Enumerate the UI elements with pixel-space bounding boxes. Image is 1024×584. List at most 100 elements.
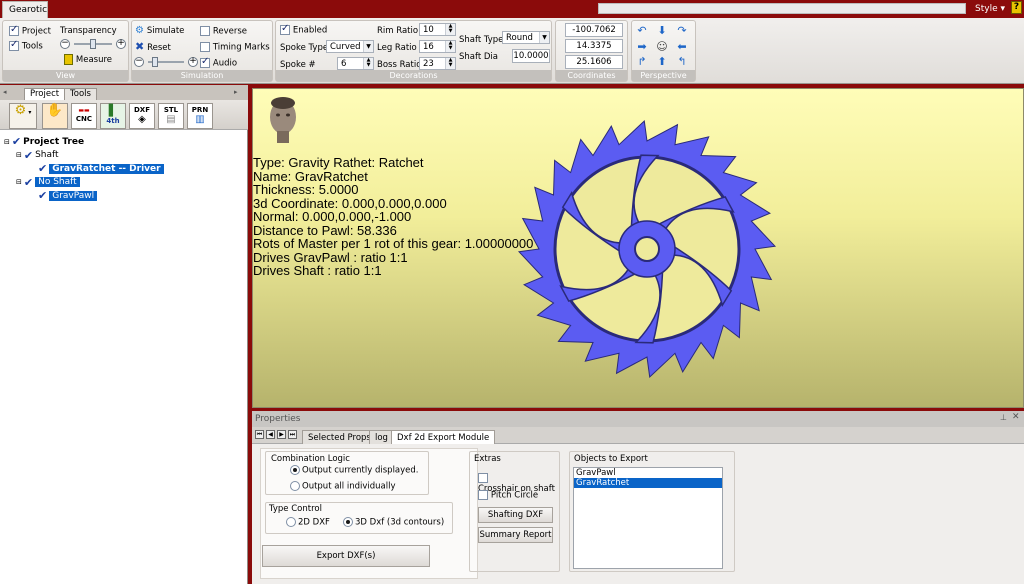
coord-y-field[interactable]: 14.3375: [565, 39, 623, 53]
check-icon[interactable]: ✔: [12, 135, 21, 148]
rotate-down-left-icon[interactable]: ↱: [636, 56, 648, 68]
first-tab-icon[interactable]: ⏮: [255, 430, 264, 439]
cnc-icon[interactable]: ▬▬ CNC: [71, 103, 97, 129]
transparency-slider[interactable]: − +: [60, 39, 126, 49]
rotate-up-left-icon[interactable]: ↶: [636, 25, 648, 37]
collapse-icon[interactable]: ⊟: [16, 151, 22, 159]
info-line: Drives Shaft : ratio 1:1: [253, 263, 382, 278]
help-icon[interactable]: ?: [1011, 1, 1022, 14]
summary-report-button[interactable]: Summary Report: [478, 527, 553, 543]
plus-icon[interactable]: +: [188, 57, 198, 67]
plus-icon[interactable]: +: [116, 39, 126, 49]
spoke-num-spinner[interactable]: 6 ▲ ▼: [337, 57, 374, 70]
tools-check-icon[interactable]: [9, 39, 19, 51]
rotate-down-right-icon[interactable]: ↰: [676, 56, 688, 68]
reverse-checkbox[interactable]: Reverse: [200, 26, 247, 37]
gear-tool-icon[interactable]: ⚙ ▾: [9, 103, 37, 129]
pitch-circle-checkbox[interactable]: Pitch Circle: [478, 490, 538, 501]
ratchet-gear[interactable]: [507, 109, 787, 389]
output-displayed-radio[interactable]: Output currently displayed.: [290, 465, 419, 476]
spinner-arrows-icon[interactable]: ▲ ▼: [445, 24, 455, 35]
tab-project[interactable]: Project: [24, 88, 66, 100]
info-line: Distance to Pawl: 58.336: [253, 222, 397, 238]
enabled-checkbox[interactable]: Enabled: [280, 23, 327, 36]
minus-icon[interactable]: −: [134, 57, 144, 67]
simulate-button[interactable]: ⚙ Simulate: [135, 25, 184, 36]
prev-tab-icon[interactable]: ◀: [266, 430, 275, 439]
shaft-dia-input[interactable]: 10.0000: [512, 49, 550, 63]
project-checkbox[interactable]: Project: [9, 24, 51, 37]
project-panel: ◂ Project Tools ▸ ⚙ ▾ ✋ ▬▬ CNC ▌ 4th DXF ◈ …: [0, 85, 248, 584]
timing-marks-checkbox[interactable]: Timing Marks: [200, 42, 270, 53]
tab-selected-props[interactable]: Selected Props: [302, 430, 377, 444]
tree-root[interactable]: ⊟ ✔ Project Tree: [4, 135, 164, 149]
collapse-icon[interactable]: ⊟: [16, 178, 22, 186]
search-bar[interactable]: [598, 3, 966, 14]
spinner-arrows-icon[interactable]: ▲ ▼: [445, 41, 455, 52]
coord-z-field[interactable]: 25.1606: [565, 55, 623, 69]
chevron-down-icon[interactable]: ▼: [539, 32, 549, 43]
dxf-icon[interactable]: DXF ◈: [129, 103, 155, 129]
2d-dxf-radio[interactable]: 2D DXF: [286, 517, 330, 528]
app-tab[interactable]: Gearotic: [2, 1, 48, 18]
boss-ratio-spinner[interactable]: 23 ▲ ▼: [419, 57, 456, 70]
tree-item-gravpawl[interactable]: ✔ GravPawl: [4, 189, 164, 203]
collapse-icon[interactable]: ⊟: [4, 138, 10, 146]
tree-item-no-shaft[interactable]: ⊟ ✔ No Shaft: [4, 176, 164, 190]
slider-thumb[interactable]: [152, 57, 158, 67]
arrow-up-icon[interactable]: ⬆: [656, 56, 668, 68]
extras-box: Extras Crosshair on shaft Pitch Circle S…: [469, 451, 560, 572]
project-check-icon[interactable]: [9, 24, 19, 36]
shaft-type-select[interactable]: Round ▼: [502, 31, 550, 44]
scroll-right-icon[interactable]: ▸: [234, 88, 238, 96]
rim-ratio-spinner[interactable]: 10 ▲ ▼: [419, 23, 456, 36]
scroll-left-icon[interactable]: ◂: [3, 88, 7, 96]
output-individually-radio[interactable]: Output all individually: [290, 481, 396, 492]
check-icon[interactable]: ✔: [24, 149, 33, 162]
tab-dxf-export[interactable]: Dxf 2d Export Module: [391, 430, 496, 444]
stl-icon[interactable]: STL ▤: [158, 103, 184, 129]
check-icon[interactable]: ✔: [24, 176, 33, 189]
reset-view-face-icon[interactable]: ☺: [656, 41, 668, 53]
tree-item-shaft[interactable]: ⊟ ✔ Shaft: [4, 149, 164, 163]
objects-listbox[interactable]: GravPawl GravRatchet: [573, 467, 723, 569]
measure-button[interactable]: Measure: [64, 54, 112, 65]
close-icon[interactable]: ✕: [1012, 412, 1020, 422]
speed-slider[interactable]: − +: [134, 57, 198, 67]
list-item[interactable]: GravPawl: [574, 468, 722, 478]
arrow-left-icon[interactable]: ⬅: [676, 41, 688, 53]
rotate-up-right-icon[interactable]: ↷: [676, 25, 688, 37]
prn-icon[interactable]: PRN ▥: [187, 103, 213, 129]
panel-tabbar: ◂ Project Tools ▸: [0, 85, 248, 100]
tools-checkbox[interactable]: Tools: [9, 39, 43, 52]
tree-item-gravratchet[interactable]: ✔ GravRatchet -- Driver: [4, 162, 164, 176]
tab-tools[interactable]: Tools: [64, 88, 97, 100]
slider-thumb[interactable]: [90, 39, 96, 49]
spoke-type-select[interactable]: Curved ▼: [326, 40, 374, 53]
style-menu[interactable]: Style ▾: [975, 4, 1005, 14]
check-icon[interactable]: ✔: [38, 162, 47, 175]
chevron-down-icon[interactable]: ▼: [363, 41, 373, 52]
list-item[interactable]: GravRatchet: [574, 478, 722, 488]
audio-checkbox[interactable]: Audio: [200, 56, 237, 69]
minus-icon[interactable]: −: [60, 39, 70, 49]
shafting-dxf-button[interactable]: Shafting DXF: [478, 507, 553, 523]
arrow-right-icon[interactable]: ➡: [636, 41, 648, 53]
arrow-down-icon[interactable]: ⬇: [656, 25, 668, 37]
coord-x-field[interactable]: -100.7062: [565, 23, 623, 37]
check-icon[interactable]: ✔: [38, 189, 47, 202]
last-tab-icon[interactable]: ⏭: [288, 430, 297, 439]
next-tab-icon[interactable]: ▶: [277, 430, 286, 439]
4th-axis-icon[interactable]: ▌ 4th: [100, 103, 126, 129]
3d-dxf-radio[interactable]: 3D Dxf (3d contours): [343, 517, 444, 528]
gear-info-overlay: Type: Gravity Rathet: Ratchet Name: Grav…: [253, 156, 533, 278]
leg-ratio-spinner[interactable]: 16 ▲ ▼: [419, 40, 456, 53]
spinner-arrows-icon[interactable]: ▲ ▼: [363, 58, 373, 69]
reset-button[interactable]: ✖ Reset: [135, 40, 171, 53]
pin-icon[interactable]: ⊥: [1000, 413, 1007, 422]
spinner-arrows-icon[interactable]: ▲ ▼: [445, 58, 455, 69]
hand-tool-icon[interactable]: ✋: [42, 103, 68, 129]
info-line: 3d Coordinate: 0.000,0.000,0.000: [253, 195, 447, 211]
export-dxf-button[interactable]: Export DXF(s): [262, 545, 430, 567]
3d-viewport[interactable]: Type: Gravity Rathet: Ratchet Name: Grav…: [252, 88, 1024, 408]
